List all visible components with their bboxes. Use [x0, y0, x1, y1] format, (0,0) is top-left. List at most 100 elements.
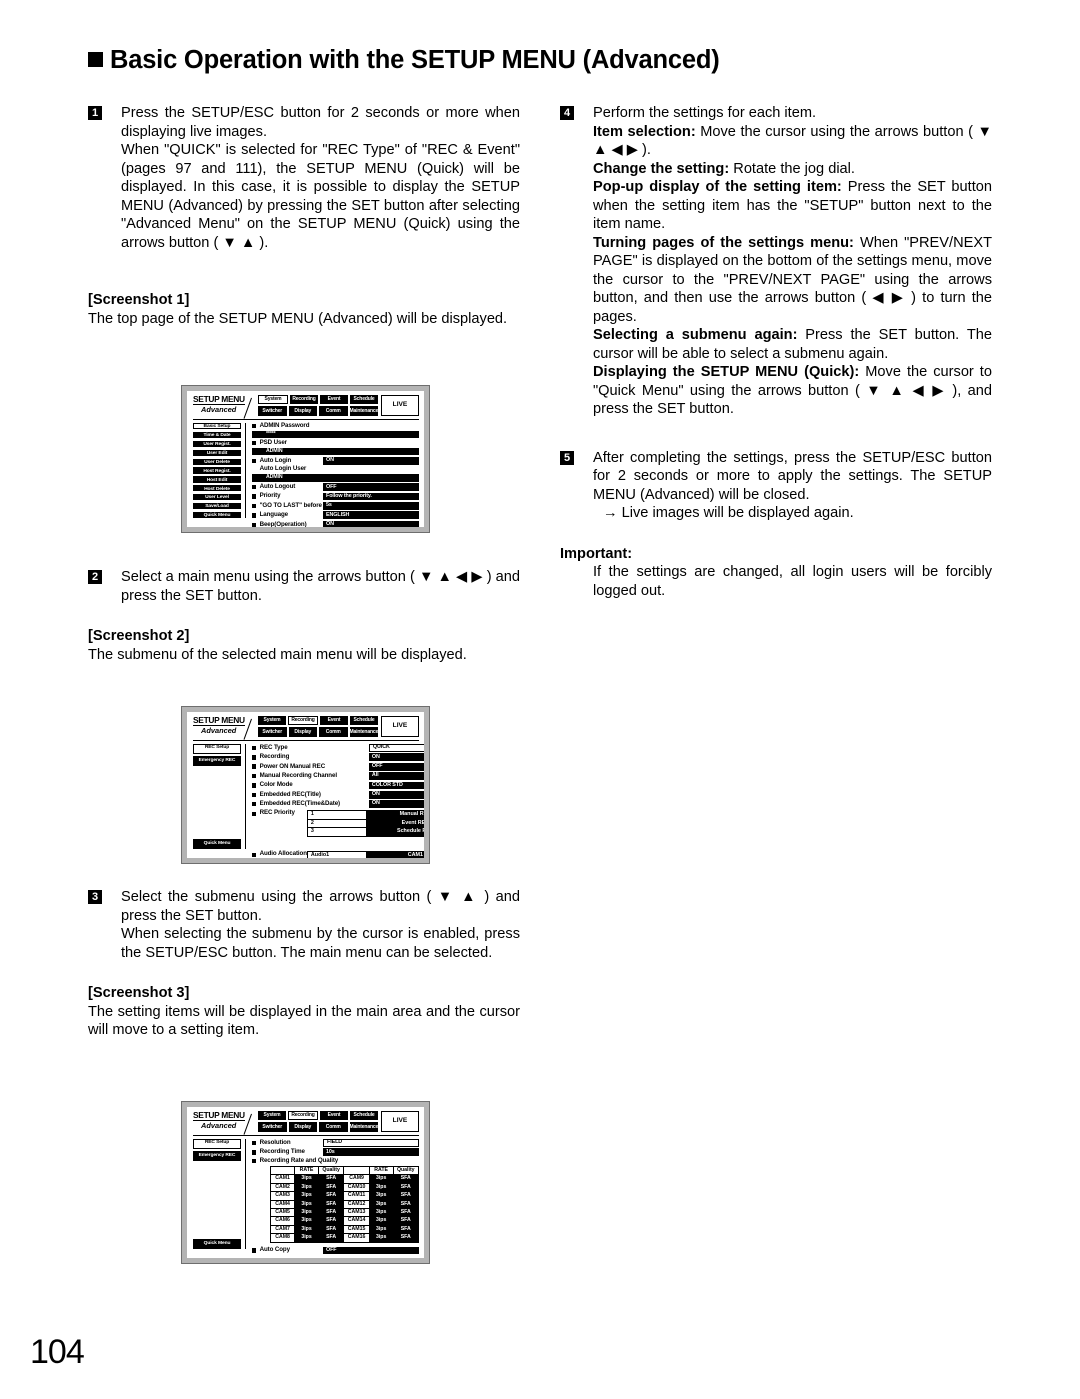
tab-system-3[interactable]: System [258, 1111, 286, 1121]
setting-value[interactable]: 10s [323, 1148, 419, 1157]
grid-quality[interactable]: SFA [317, 1207, 345, 1218]
grid-rate[interactable]: 3ips [368, 1216, 394, 1226]
table-row[interactable]: CAM6 3ips SFA CAM14 3ips SFA [269, 1216, 420, 1226]
live-button-3[interactable]: LIVE [381, 1111, 419, 1132]
setting-value[interactable]: FIELD [323, 1139, 419, 1147]
grid-quality[interactable]: SFA [392, 1224, 420, 1235]
grid-rate[interactable]: 3ips [368, 1191, 394, 1201]
table-row[interactable]: Audio1 CAM1 [306, 850, 424, 858]
sidebar-item-user-edit[interactable]: User Edit [193, 449, 241, 456]
grid-quality[interactable]: SFA [392, 1207, 420, 1218]
tab-event-2[interactable]: Event [320, 716, 348, 726]
tab-recording-1[interactable]: Recording [290, 395, 318, 405]
setting-value[interactable]: OFF [323, 1246, 419, 1255]
sidebar-item-host-regist[interactable]: Host Regist. [193, 467, 241, 474]
grid-rate[interactable]: 3ips [368, 1182, 394, 1193]
setting-value-auto-login-user[interactable]: ADMIN [252, 474, 419, 482]
grid-rate[interactable]: 3ips [294, 1233, 319, 1243]
grid-quality[interactable]: SFA [317, 1199, 345, 1209]
setting-value[interactable]: 5s [323, 502, 419, 510]
tab-switcher-1[interactable]: Switcher [258, 406, 287, 416]
rec-priority-value[interactable]: Event REC [365, 818, 424, 829]
tab-system-2[interactable]: System [258, 716, 286, 726]
grid-rate[interactable]: 3ips [294, 1216, 319, 1226]
sidebar-item-basic-setup[interactable]: Basic Setup [193, 423, 241, 430]
setting-value[interactable]: QUICK [368, 744, 424, 752]
setting-value[interactable]: ENGLISH [323, 511, 419, 520]
grid-quality[interactable]: SFA [317, 1182, 345, 1193]
table-row[interactable]: CAM8 3ips SFA CAM16 3ips SFA [269, 1233, 420, 1243]
sidebar-item-emergency-rec-2[interactable]: Emergency REC [193, 756, 241, 767]
sidebar-item-quick-menu-2[interactable]: Quick Menu [193, 839, 241, 850]
live-button-2[interactable]: LIVE [381, 716, 419, 737]
tab-comm-2[interactable]: Comm [319, 727, 348, 737]
grid-quality[interactable]: SFA [317, 1233, 345, 1243]
setting-value[interactable]: Follow the priority. [323, 492, 419, 501]
tab-maintenance-2[interactable]: Maintenance [349, 727, 378, 737]
grid-quality[interactable]: SFA [392, 1233, 420, 1243]
setting-value-psd-user[interactable]: ADMIN [252, 447, 419, 456]
grid-rate[interactable]: 3ips [294, 1191, 319, 1201]
tab-recording-3[interactable]: Recording [288, 1111, 318, 1121]
table-row[interactable]: 3 Schedule REC [306, 827, 424, 837]
sidebar-item-quick-menu-3[interactable]: Quick Menu [193, 1239, 241, 1250]
sidebar-item-host-delete[interactable]: Host Delete [193, 485, 241, 492]
table-row[interactable]: 2 Event REC [306, 818, 424, 829]
tab-maintenance-1[interactable]: Maintenance [349, 406, 378, 416]
table-row[interactable]: CAM3 3ips SFA CAM11 3ips SFA [269, 1191, 420, 1201]
setting-value[interactable]: ON [368, 800, 424, 809]
grid-quality[interactable]: SFA [317, 1174, 345, 1184]
sidebar-item-save-load[interactable]: Save/Load [193, 502, 241, 510]
tab-recording-2[interactable]: Recording [288, 716, 318, 726]
sidebar-item-quick-menu-1[interactable]: Quick Menu [193, 511, 241, 519]
live-button-1[interactable]: LIVE [381, 395, 419, 416]
grid-rate[interactable]: 3ips [294, 1207, 319, 1218]
setting-value[interactable]: COLOR STD [368, 781, 424, 790]
tab-comm-3[interactable]: Comm [319, 1122, 348, 1132]
tab-schedule-3[interactable]: Schedule [350, 1111, 378, 1121]
setting-value[interactable]: ON [323, 456, 419, 465]
grid-rate[interactable]: 3ips [368, 1174, 394, 1184]
tab-switcher-2[interactable]: Switcher [258, 727, 287, 737]
setting-value[interactable]: OFF [323, 483, 419, 492]
grid-quality[interactable]: SFA [392, 1199, 420, 1209]
table-row[interactable]: CAM5 3ips SFA CAM13 3ips SFA [269, 1207, 420, 1218]
sidebar-item-rec-setup-3[interactable]: REC Setup [193, 1139, 241, 1149]
tab-system-1[interactable]: System [258, 395, 288, 405]
tab-display-3[interactable]: Display [288, 1122, 317, 1132]
grid-rate[interactable]: 3ips [294, 1199, 319, 1209]
grid-rate[interactable]: 3ips [294, 1182, 319, 1193]
sidebar-item-emergency-rec-3[interactable]: Emergency REC [193, 1151, 241, 1162]
tab-event-1[interactable]: Event [320, 395, 348, 405]
sidebar-item-user-level[interactable]: User Level [193, 494, 241, 501]
tab-event-3[interactable]: Event [320, 1111, 348, 1121]
table-row[interactable]: CAM2 3ips SFA CAM10 3ips SFA [269, 1182, 420, 1193]
grid-rate[interactable]: 3ips [294, 1174, 319, 1184]
tab-maintenance-3[interactable]: Maintenance [349, 1122, 378, 1132]
setting-value-admin-password[interactable]: ***** [252, 430, 419, 439]
setting-value[interactable]: ON [368, 753, 424, 762]
grid-quality[interactable]: SFA [317, 1224, 345, 1235]
tab-comm-1[interactable]: Comm [319, 406, 348, 416]
rec-priority-value[interactable]: Manual REC [365, 810, 424, 820]
table-row[interactable]: CAM4 3ips SFA CAM12 3ips SFA [269, 1199, 420, 1209]
audio-value[interactable]: CAM1 [365, 850, 424, 858]
rec-priority-value[interactable]: Schedule REC [365, 827, 424, 837]
grid-quality[interactable]: SFA [392, 1216, 420, 1226]
setting-value[interactable]: All [368, 772, 424, 780]
sidebar-item-user-regist[interactable]: User Regist. [193, 440, 241, 448]
tab-switcher-3[interactable]: Switcher [258, 1122, 287, 1132]
grid-rate[interactable]: 3ips [368, 1207, 394, 1218]
grid-quality[interactable]: SFA [392, 1182, 420, 1193]
sidebar-item-time-date[interactable]: Time & Date [193, 431, 241, 439]
grid-quality[interactable]: SFA [392, 1191, 420, 1201]
grid-rate[interactable]: 3ips [368, 1199, 394, 1209]
grid-rate[interactable]: 3ips [368, 1233, 394, 1243]
tab-schedule-1[interactable]: Schedule [350, 395, 378, 405]
grid-quality[interactable]: SFA [317, 1216, 345, 1226]
sidebar-item-rec-setup-2[interactable]: REC Setup [193, 744, 241, 754]
tab-display-1[interactable]: Display [288, 406, 317, 416]
grid-quality[interactable]: SFA [317, 1191, 345, 1201]
table-row[interactable]: CAM1 3ips SFA CAM9 3ips SFA [269, 1174, 420, 1184]
setting-value[interactable]: ON [323, 520, 419, 527]
